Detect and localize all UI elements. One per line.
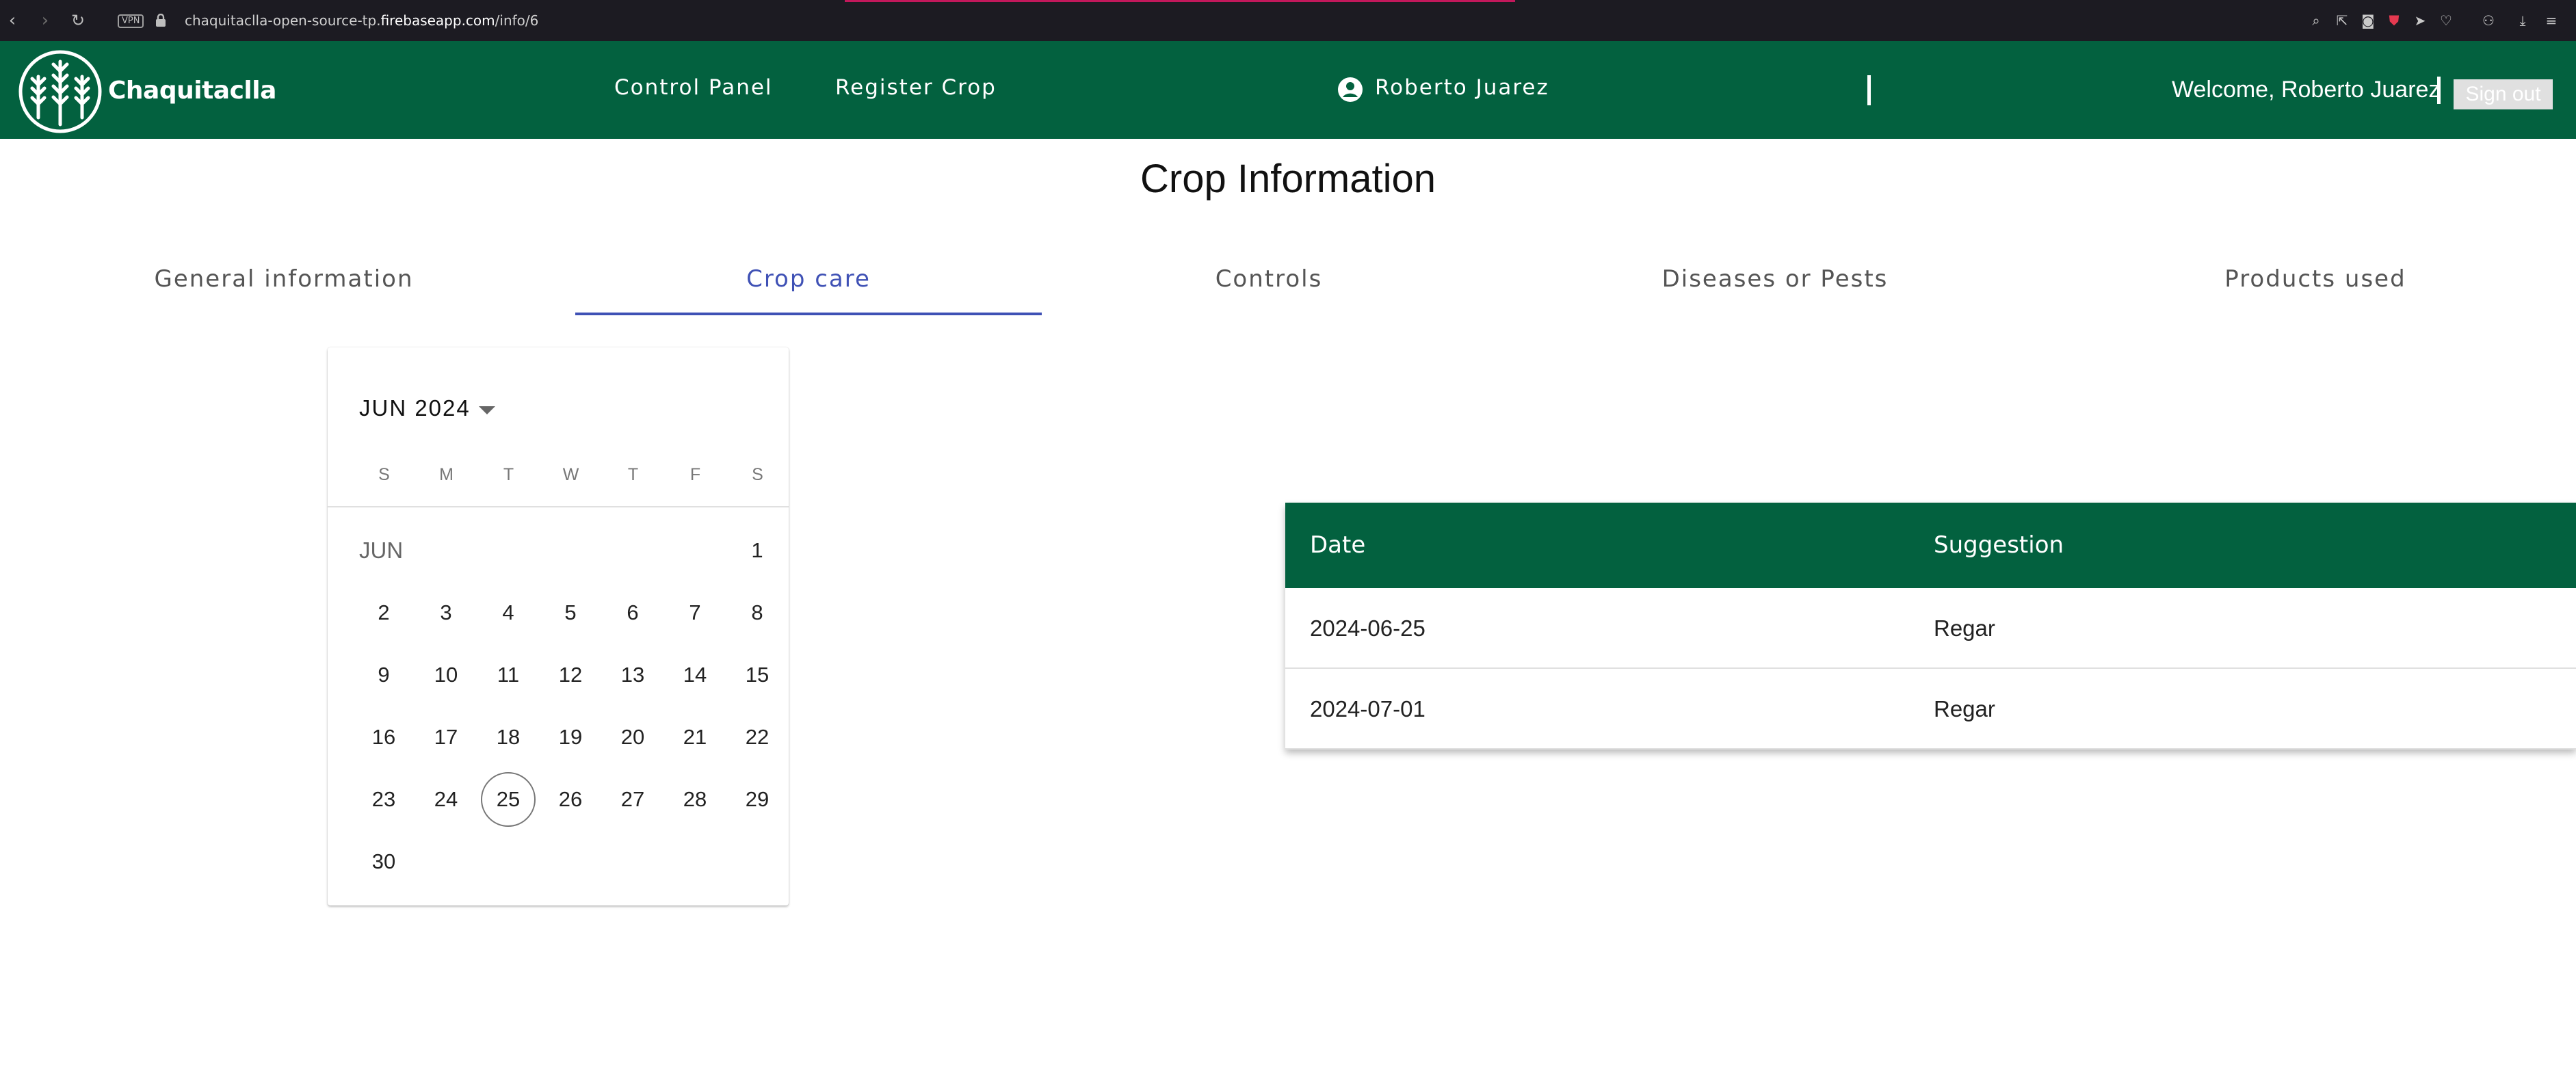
page-title: Crop Information (1140, 157, 1436, 201)
url-path: /info/6 (495, 12, 539, 29)
calendar-day[interactable]: 15 (730, 648, 785, 702)
download-icon[interactable]: ⤓ (2513, 11, 2532, 30)
calendar-day[interactable]: 18 (481, 710, 536, 765)
browser-toolbar: ‹ › ↻ VPN chaquitaclla-open-source-tp.fi… (0, 0, 2576, 41)
lock-icon (156, 14, 166, 27)
active-tab-indicator (575, 313, 1042, 315)
table-cell-suggestion: Regar (1934, 696, 1995, 721)
calendar-day[interactable]: 29 (730, 772, 785, 827)
url-host: firebaseapp.com (380, 12, 495, 29)
calendar-day[interactable]: 1 (730, 523, 785, 578)
calendar-month-label: JUN (359, 538, 404, 563)
calendar-weekday-label: S (378, 465, 390, 484)
calendar-day[interactable]: 3 (419, 585, 473, 640)
calendar-divider (328, 506, 789, 507)
search-icon[interactable]: ⌕ (2306, 11, 2326, 30)
calendar-weekday-label: S (752, 465, 763, 484)
app-header: Chaquitaclla Control Panel Register Crop… (0, 41, 2576, 139)
calendar-weekday-label: T (503, 465, 514, 484)
calendar-day[interactable]: 5 (543, 585, 598, 640)
welcome-text: Welcome, Roberto Juarez (2172, 77, 2441, 103)
calendar-day[interactable]: 9 (356, 648, 411, 702)
table-row[interactable]: 2024-06-25 Regar (1285, 588, 2576, 669)
nav-register-crop[interactable]: Register Crop (835, 75, 997, 100)
calendar-day[interactable]: 17 (419, 710, 473, 765)
user-name[interactable]: Roberto Juarez (1375, 75, 1549, 100)
tab-accent-line (845, 0, 1043, 2)
tab-products-used[interactable]: Products used (2086, 265, 2545, 293)
table-header: Date Suggestion (1285, 503, 2576, 588)
calendar: JUN 2024 SMTWTFS JUN 1 2 3 4 5 6 7 8 9 10 11 12 13 14… (328, 347, 789, 905)
address-bar[interactable]: chaquitaclla-open-source-tp.firebaseapp.… (185, 12, 538, 29)
tab-crop-care[interactable]: Crop care (575, 265, 1042, 293)
calendar-day-today[interactable]: 25 (481, 772, 536, 827)
table-cell-suggestion: Regar (1934, 615, 1995, 641)
calendar-day[interactable]: 24 (419, 772, 473, 827)
calendar-day[interactable]: 30 (356, 834, 411, 889)
table-row[interactable]: 2024-07-01 Regar (1285, 669, 2576, 750)
calendar-weekday-label: M (439, 465, 454, 484)
calendar-day[interactable]: 6 (605, 585, 660, 640)
header-divider (2437, 77, 2441, 104)
shield-icon[interactable]: ⛊ (2384, 11, 2404, 30)
calendar-weekday-label: W (562, 465, 579, 484)
menu-icon[interactable]: ≡ (2542, 11, 2561, 30)
calendar-day[interactable]: 7 (668, 585, 722, 640)
calendar-day[interactable]: 28 (668, 772, 722, 827)
table-cell-date: 2024-07-01 (1310, 696, 1425, 721)
calendar-day[interactable]: 23 (356, 772, 411, 827)
vpn-badge[interactable]: VPN (118, 14, 144, 28)
tab-general-information[interactable]: General information (109, 265, 458, 293)
reload-icon[interactable]: ↻ (67, 10, 89, 31)
header-divider (1867, 75, 1871, 105)
calendar-day[interactable]: 10 (419, 648, 473, 702)
share-icon[interactable]: ⇱ (2332, 11, 2352, 30)
profile-icon[interactable]: ⚇ (2479, 11, 2498, 30)
table-cell-date: 2024-06-25 (1310, 615, 1425, 641)
wheat-logo-icon[interactable] (18, 49, 103, 134)
camera-icon[interactable]: ◙ (2358, 11, 2378, 30)
calendar-day[interactable]: 16 (356, 710, 411, 765)
calendar-day[interactable]: 27 (605, 772, 660, 827)
url-prefix: chaquitaclla-open-source-tp. (185, 12, 381, 29)
send-icon[interactable]: ➤ (2410, 11, 2430, 30)
calendar-day[interactable]: 20 (605, 710, 660, 765)
calendar-day[interactable]: 22 (730, 710, 785, 765)
calendar-day[interactable]: 12 (543, 648, 598, 702)
calendar-day[interactable]: 11 (481, 648, 536, 702)
brand-name[interactable]: Chaquitaclla (108, 77, 276, 105)
nav-control-panel[interactable]: Control Panel (614, 75, 773, 100)
account-circle-icon[interactable] (1337, 77, 1363, 103)
calendar-day[interactable]: 8 (730, 585, 785, 640)
calendar-weekday-label: F (689, 465, 701, 484)
calendar-period-button[interactable]: JUN 2024 (359, 395, 471, 421)
caret-down-icon[interactable] (479, 406, 495, 414)
calendar-weekday-label: T (627, 465, 639, 484)
column-header-date[interactable]: Date (1310, 531, 1365, 559)
tab-accent-line (1043, 0, 1515, 2)
calendar-day[interactable]: 4 (481, 585, 536, 640)
calendar-day[interactable]: 26 (543, 772, 598, 827)
back-icon[interactable]: ‹ (1, 10, 23, 31)
calendar-day[interactable]: 2 (356, 585, 411, 640)
tab-diseases-or-pests[interactable]: Diseases or Pests (1522, 265, 2028, 293)
forward-icon[interactable]: › (34, 10, 56, 31)
column-header-suggestion[interactable]: Suggestion (1934, 531, 2064, 559)
sign-out-button[interactable]: Sign out (2454, 79, 2553, 109)
calendar-day[interactable]: 14 (668, 648, 722, 702)
calendar-day[interactable]: 19 (543, 710, 598, 765)
calendar-day[interactable]: 13 (605, 648, 660, 702)
heart-icon[interactable]: ♡ (2436, 11, 2456, 30)
suggestions-table: Date Suggestion 2024-06-25 Regar 2024-07… (1285, 503, 2576, 750)
tab-controls[interactable]: Controls (1098, 265, 1440, 293)
calendar-day[interactable]: 21 (668, 710, 722, 765)
